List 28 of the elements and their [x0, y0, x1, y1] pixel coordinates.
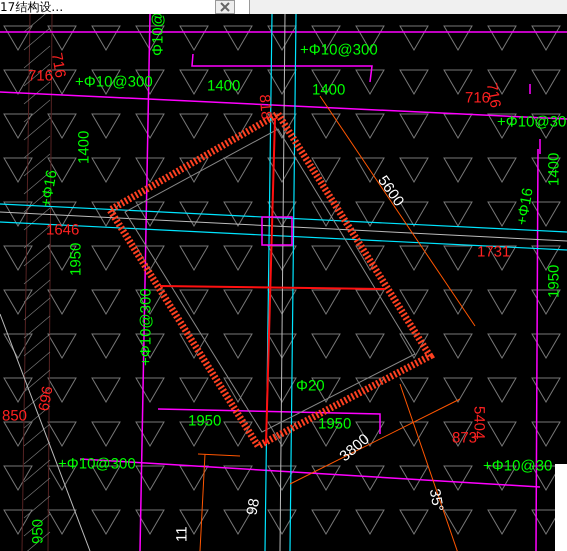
drawing-tab[interactable]: 17结构设… — [0, 0, 250, 14]
drawing-annotation: +Φ10@30 — [497, 113, 566, 130]
drawing-annotation: 1950 — [545, 264, 562, 298]
drawing-annotation: 1400 — [312, 81, 346, 98]
drawing-annotation: +Φ10@300 — [300, 41, 378, 58]
drawing-annotation: 850 — [2, 407, 28, 424]
close-icon[interactable] — [215, 0, 235, 14]
drawing-annotation: 716 — [28, 67, 54, 84]
drawing-annotation: +Φ10@300 — [137, 288, 154, 366]
drawing-annotation: 950 — [29, 518, 46, 544]
drawing-annotation: 1400 — [207, 77, 240, 94]
drawing-annotation: 11 — [173, 526, 190, 542]
drawing-annotation: 98 — [243, 497, 264, 516]
drawing-annotation: 818 — [256, 94, 275, 120]
drawing-annotation: Φ20 — [296, 377, 325, 394]
drawing-annotation: +Φ10@300 — [58, 455, 136, 472]
drawing-annotation: 1400 — [75, 130, 92, 164]
drawing-annotation: 1646 — [46, 221, 80, 238]
drawing-annotation: 1731 — [477, 243, 510, 260]
drawing-annotation: 716 — [465, 89, 490, 106]
drawing-annotation: +Φ16 — [37, 168, 61, 208]
drawing-annotation: 1950 — [188, 412, 222, 430]
drawing-annotation: 35° — [426, 488, 446, 513]
drawing-annotation: 696 — [35, 384, 57, 412]
drawing-annotation: 1950 — [318, 415, 352, 432]
drawing-annotation: 1950 — [67, 242, 84, 276]
drawing-annotation: +Φ16 — [513, 186, 537, 226]
drawing-annotation: 1400 — [545, 152, 562, 186]
